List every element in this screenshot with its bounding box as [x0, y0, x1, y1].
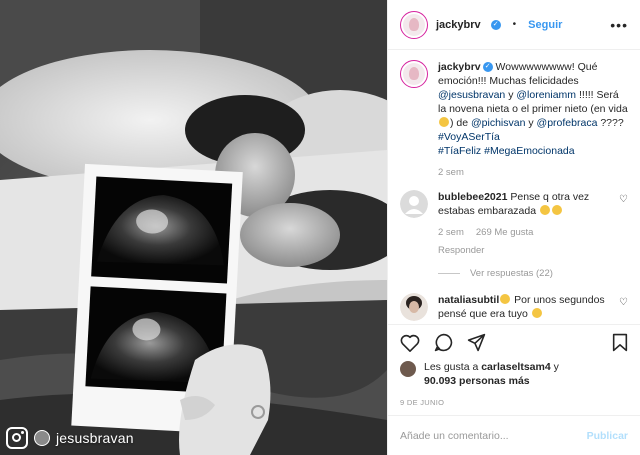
emoji-icon: [539, 205, 550, 215]
post-date[interactable]: 9 DE JUNIO: [388, 388, 640, 415]
comment-input[interactable]: [400, 429, 587, 442]
post-side-panel: jackybrv ✓ • Seguir ••• jackybrv ✓ Wowwww…: [387, 0, 640, 455]
caption-text: ????: [597, 117, 624, 129]
caption-meta: 2 sem: [438, 166, 628, 180]
comment-likes[interactable]: 269 Me gusta: [476, 226, 534, 240]
comment-icon[interactable]: [434, 333, 453, 352]
view-replies-label[interactable]: Ver respuestas (22): [470, 268, 553, 279]
likes-summary: Les gusta a carlaseltsam4 y 90.093 perso…: [388, 360, 640, 388]
caption-time[interactable]: 2 sem: [438, 166, 464, 180]
emoji-icon: [551, 205, 562, 215]
liker-username[interactable]: carlaseltsam4: [481, 361, 550, 373]
likes-prefix: Les gusta a: [424, 361, 482, 373]
hashtag-link[interactable]: #MegaEmocionada: [484, 145, 574, 157]
hashtag-link[interactable]: #TíaFeliz: [438, 145, 481, 157]
caption-username[interactable]: jackybrv: [438, 61, 481, 73]
hashtag-link[interactable]: #VoyASerTía: [438, 131, 500, 143]
comment-body: bublebee2021 Pense q otra vez estabas em…: [438, 190, 609, 258]
likes-connector: y: [550, 361, 559, 373]
repost-avatar: [34, 430, 50, 446]
caption-text: y: [505, 89, 517, 101]
default-avatar-icon[interactable]: [400, 190, 428, 218]
author-username[interactable]: jackybrv: [436, 19, 481, 31]
photo-image: [0, 0, 387, 455]
caption-avatar[interactable]: [400, 60, 428, 88]
comment-meta: 2 sem 269 Me gusta: [438, 226, 609, 240]
emoji-icon: [531, 308, 542, 318]
user-avatar[interactable]: [400, 293, 428, 321]
caption-body: jackybrv ✓ Wowwwwwwww! Qué emoción!!! Muc…: [438, 60, 628, 180]
likes-count[interactable]: 90.093 personas más: [424, 375, 530, 387]
comment-username[interactable]: nataliasubtil: [438, 294, 499, 306]
post-header: jackybrv ✓ • Seguir •••: [388, 0, 640, 50]
caption: jackybrv ✓ Wowwwwwwww! Qué emoción!!! Muc…: [400, 60, 628, 180]
verified-badge-icon: ✓: [482, 62, 493, 73]
comment-item: nataliasubtil Por unos segundos pensé qu…: [400, 293, 628, 321]
share-icon[interactable]: [467, 333, 486, 352]
like-comment-icon[interactable]: ♡: [619, 194, 628, 205]
mention-link[interactable]: @profebraca: [537, 117, 598, 129]
add-comment-bar: Publicar: [388, 415, 640, 455]
instagram-icon: [6, 427, 28, 449]
comments-list[interactable]: jackybrv ✓ Wowwwwwwww! Qué emoción!!! Muc…: [388, 50, 640, 324]
comment-item: bublebee2021 Pense q otra vez estabas em…: [400, 190, 628, 258]
follow-button[interactable]: Seguir: [528, 19, 562, 31]
mention-link[interactable]: @loreniamm: [516, 89, 576, 101]
emoji-icon: [500, 294, 511, 304]
action-bar: [388, 324, 640, 360]
liker-avatar[interactable]: [400, 361, 416, 377]
like-heart-icon[interactable]: [400, 334, 420, 352]
post-photo[interactable]: jesusbravan: [0, 0, 387, 455]
caption-text: y: [525, 117, 537, 129]
more-options-icon[interactable]: •••: [610, 17, 628, 33]
reply-button[interactable]: Responder: [438, 245, 484, 256]
caption-text: ) de: [450, 117, 472, 129]
replies-divider: [438, 273, 460, 274]
mention-link[interactable]: @jesusbravan: [438, 89, 505, 101]
comment-username[interactable]: bublebee2021: [438, 191, 507, 203]
emoji-icon: [439, 117, 449, 127]
view-replies[interactable]: Ver respuestas (22): [438, 268, 628, 279]
instagram-post: jesusbravan jackybrv ✓ • Seguir ••• jack…: [0, 0, 640, 455]
publish-button[interactable]: Publicar: [587, 430, 628, 442]
verified-badge-icon: ✓: [490, 19, 501, 30]
save-bookmark-icon[interactable]: [612, 333, 628, 352]
author-avatar[interactable]: [400, 10, 428, 39]
separator-dot: •: [512, 19, 517, 30]
repost-tag[interactable]: jesusbravan: [6, 427, 134, 449]
like-comment-icon[interactable]: ♡: [619, 297, 628, 308]
comment-time[interactable]: 2 sem: [438, 226, 464, 240]
comment-body: nataliasubtil Por unos segundos pensé qu…: [438, 293, 609, 321]
mention-link[interactable]: @pichisvan: [471, 117, 525, 129]
repost-username: jesusbravan: [56, 430, 134, 446]
